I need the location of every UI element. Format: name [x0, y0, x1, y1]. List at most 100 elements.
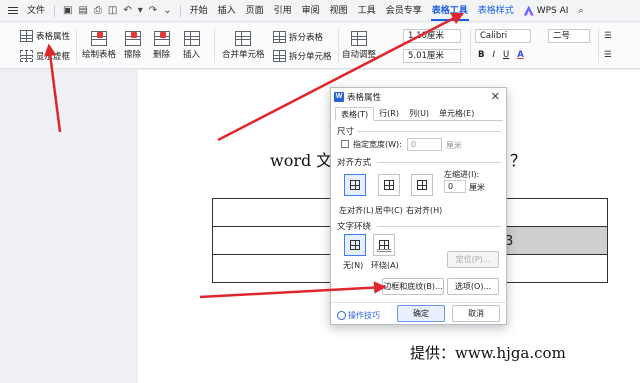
dialog-title-bar[interactable]: W 表格属性 — [331, 88, 508, 105]
delete-table-icon — [153, 31, 170, 46]
align-center-icon — [384, 180, 394, 190]
menu-item-page[interactable]: 页面 — [241, 0, 269, 22]
width-unit: 厘米 — [446, 141, 462, 150]
merge-cells-icon — [235, 31, 252, 46]
align-left-option[interactable] — [344, 174, 366, 196]
font-name-select[interactable]: Calibri — [475, 29, 531, 43]
tab-row[interactable]: 行(R) — [374, 107, 404, 121]
credit-text: 提供：www.hjga.com — [410, 344, 566, 362]
indent-unit[interactable]: 厘米 — [469, 182, 485, 193]
align-center-label: 居中(C) — [375, 206, 403, 215]
wrap-none-label: 无(N) — [343, 261, 364, 270]
export-pdf-icon[interactable]: ▤ — [78, 5, 87, 16]
dialog-tabs: 表格(T) 行(R) 列(U) 单元格(E) — [335, 107, 503, 121]
align-top-icon[interactable]: ☰ — [604, 31, 612, 41]
align-section-label: 对齐方式 — [337, 158, 372, 168]
font-color-button[interactable]: A — [517, 50, 524, 60]
tab-table-tools[interactable]: 表格工具 — [427, 0, 473, 22]
menu-item-reference[interactable]: 引用 — [269, 0, 297, 22]
auto-adjust-button[interactable]: 自动调整 — [342, 31, 376, 60]
menu-file[interactable]: 文件 — [22, 0, 50, 22]
menu-item-tools[interactable]: 工具 — [353, 0, 381, 22]
show-grid-icon — [20, 50, 33, 62]
align-center-option[interactable] — [378, 174, 400, 196]
tab-cell[interactable]: 单元格(E) — [434, 107, 479, 121]
menu-bar: 文件 ▣ ▤ ⎙ ◫ ↶ ▾ ↷ ⌄ 开始 插入 页面 引用 审阅 视图 工具 … — [0, 0, 640, 22]
operation-tips-link[interactable]: 操作技巧 — [337, 310, 380, 321]
table-properties-icon — [20, 30, 33, 42]
align-right-label: 右对齐(H) — [406, 206, 443, 215]
align-left-label: 左对齐(L) — [339, 206, 374, 215]
more-dropdown-icon[interactable]: ⌄ — [163, 5, 171, 16]
split-cells-button[interactable]: 拆分单元格 — [273, 50, 332, 62]
wrap-around-option[interactable] — [373, 234, 395, 256]
table-properties-dialog: W 表格属性 ✕ 表格(T) 行(R) 列(U) 单元格(E) 尺寸 指定宽度(… — [330, 87, 508, 325]
delete-button[interactable]: 删除 — [153, 31, 170, 60]
font-format-group: B I U A — [478, 50, 524, 60]
menu-item-review[interactable]: 审阅 — [297, 0, 325, 22]
align-left-icon — [350, 180, 360, 190]
close-icon[interactable]: ✕ — [491, 90, 500, 103]
wps-writer-icon: W — [334, 91, 344, 102]
menu-item-home[interactable]: 开始 — [185, 0, 213, 22]
ok-button[interactable]: 确定 — [397, 305, 445, 322]
wrap-around-icon — [379, 240, 389, 250]
wrap-section-label: 文字环绕 — [337, 222, 372, 232]
indent-label: 左缩进(I): — [444, 170, 480, 179]
insert-button[interactable]: 插入 — [183, 31, 200, 60]
undo-dropdown-icon[interactable]: ▾ — [138, 5, 143, 16]
tab-table[interactable]: 表格(T) — [335, 107, 375, 121]
menu-hamburger-icon[interactable] — [8, 7, 18, 14]
split-table-icon — [273, 31, 286, 43]
erase-button[interactable]: 擦除 — [124, 31, 141, 60]
column-width-input[interactable]: 5.01厘米 — [403, 49, 461, 63]
print-icon[interactable]: ⎙ — [94, 5, 102, 16]
position-button[interactable]: 定位(P)... — [447, 251, 499, 268]
document-heading: word 文 ？ — [270, 151, 527, 170]
ribbon-toolbar: 表格属性 显示虚框 绘制表格 擦除 删除 插入 合并单元格 拆分表格 拆分单元格… — [0, 23, 640, 69]
wps-ai-icon — [523, 5, 534, 16]
tips-icon — [337, 311, 346, 320]
indent-spinner[interactable]: 0 — [444, 180, 466, 193]
tab-column[interactable]: 列(U) — [404, 107, 434, 121]
redo-icon[interactable]: ↷ — [149, 5, 157, 16]
align-bottom-icon[interactable]: ☰ — [604, 50, 612, 60]
width-spinner[interactable]: 0 — [407, 138, 442, 151]
specify-width-label: 指定宽度(W): — [353, 140, 402, 149]
merge-cells-button[interactable]: 合并单元格 — [222, 31, 265, 60]
left-pane — [0, 70, 138, 383]
draw-table-button[interactable]: 绘制表格 — [82, 31, 116, 60]
insert-table-icon — [183, 31, 200, 46]
specify-width-checkbox[interactable] — [341, 140, 349, 148]
wrap-none-icon — [350, 240, 360, 250]
menu-item-member[interactable]: 会员专享 — [381, 0, 427, 22]
size-section-label: 尺寸 — [337, 127, 355, 137]
auto-adjust-icon — [351, 31, 367, 46]
eraser-icon — [124, 31, 141, 46]
borders-shading-button[interactable]: 边框和底纹(B)... — [382, 278, 444, 295]
wrap-none-option[interactable] — [344, 234, 366, 256]
font-size-select[interactable]: 二号 — [548, 29, 590, 43]
quick-access-toolbar: ▣ ▤ ⎙ ◫ ↶ ▾ ↷ ⌄ — [59, 5, 176, 16]
split-cells-icon — [273, 50, 286, 62]
options-button[interactable]: 选项(O)... — [447, 278, 499, 295]
search-icon[interactable]: ⌕ — [573, 0, 588, 22]
undo-icon[interactable]: ↶ — [123, 5, 131, 16]
cancel-button[interactable]: 取消 — [452, 305, 500, 322]
save-icon[interactable]: ▣ — [63, 5, 72, 16]
wrap-around-label: 环绕(A) — [371, 261, 399, 270]
menu-item-view[interactable]: 视图 — [325, 0, 353, 22]
tab-table-style[interactable]: 表格样式 — [473, 0, 519, 22]
menu-item-insert[interactable]: 插入 — [213, 0, 241, 22]
bold-button[interactable]: B — [478, 50, 484, 60]
split-table-button[interactable]: 拆分表格 — [273, 31, 323, 43]
row-height-input[interactable]: 1.10厘米 — [403, 29, 461, 43]
draw-table-icon — [91, 31, 107, 46]
underline-button[interactable]: U — [503, 50, 509, 60]
show-grid-button[interactable]: 显示虚框 — [20, 50, 70, 62]
wps-ai-button[interactable]: WPS AI — [519, 0, 574, 22]
align-right-option[interactable] — [411, 174, 433, 196]
table-properties-button[interactable]: 表格属性 — [20, 30, 70, 42]
italic-button[interactable]: I — [492, 50, 495, 60]
print-preview-icon[interactable]: ◫ — [108, 5, 117, 16]
